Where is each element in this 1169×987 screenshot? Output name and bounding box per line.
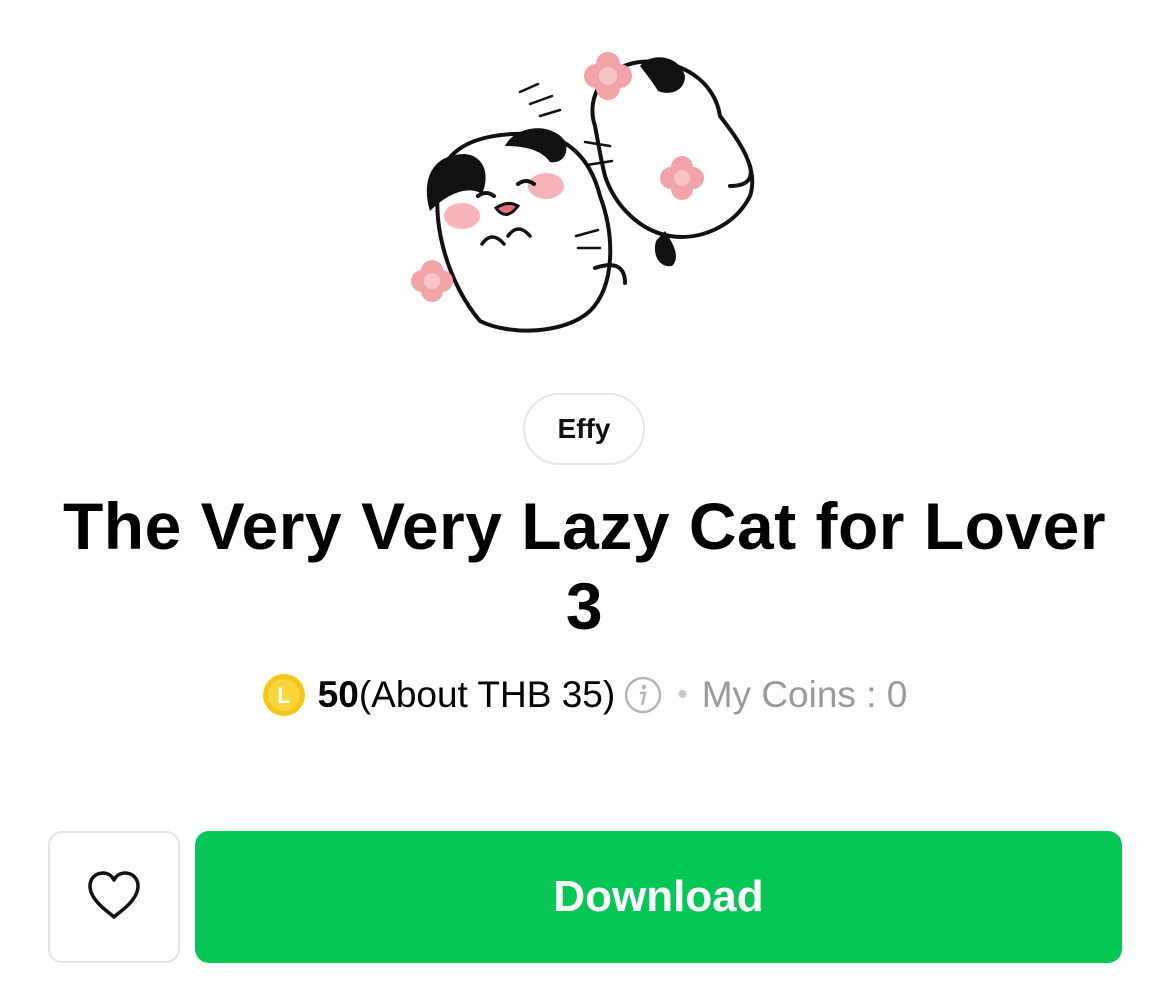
download-label: Download (553, 872, 764, 921)
price-row: L 50 (About THB 35) • My Coins : 0 (0, 670, 1169, 720)
download-button[interactable]: Download (195, 831, 1122, 963)
separator-dot: • (677, 678, 688, 711)
sticker-preview-image (390, 36, 780, 346)
price-approx: (About THB 35) (358, 674, 616, 715)
author-chip[interactable]: Effy (523, 393, 645, 465)
heart-icon (86, 869, 142, 926)
info-icon[interactable] (623, 675, 663, 715)
price-amount: 50 (317, 674, 359, 715)
favorite-button[interactable] (48, 831, 180, 963)
lazy-cat-sticker-illustration (411, 52, 755, 333)
author-name: Effy (557, 413, 611, 444)
sticker-title: The Very Very Lazy Cat for Lover 3 (62, 489, 1107, 643)
line-coin-icon: L (262, 673, 306, 717)
my-coins-balance: My Coins : 0 (701, 674, 908, 715)
coin-letter: L (277, 683, 290, 708)
